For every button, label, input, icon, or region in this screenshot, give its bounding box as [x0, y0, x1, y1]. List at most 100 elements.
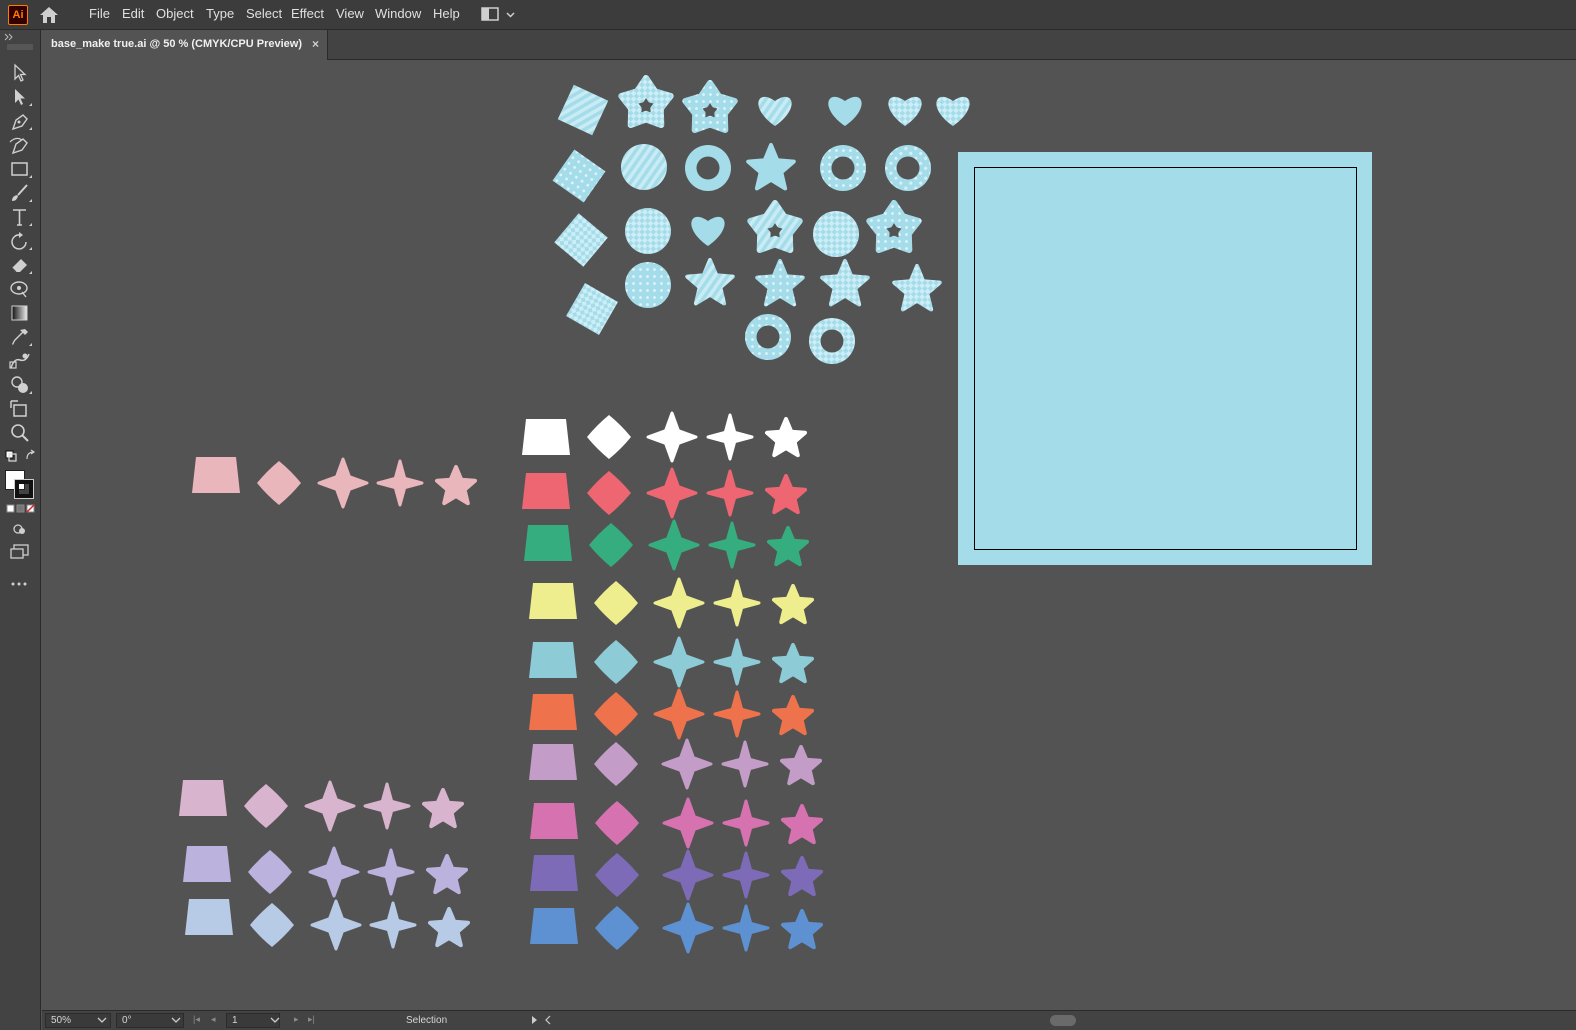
chevron-left-icon	[545, 1015, 551, 1025]
status-mode-label[interactable]: Selection	[406, 1015, 447, 1026]
color-tile	[524, 525, 572, 561]
pen-tool-icon[interactable]	[8, 110, 32, 132]
previous-artboard-icon[interactable]: ◂	[211, 1014, 216, 1025]
color-tile	[179, 780, 227, 816]
gradient-mode-icon	[16, 504, 25, 513]
status-menu-arrows[interactable]	[530, 1015, 552, 1025]
color-tile	[529, 694, 577, 730]
thin-sparkle	[708, 521, 756, 569]
sparkle	[661, 738, 713, 790]
first-artboard-icon[interactable]: |◂	[193, 1014, 200, 1025]
color-tile	[529, 744, 577, 780]
artwork	[179, 75, 1372, 954]
pattern-ring	[885, 145, 931, 191]
color-mode-icon	[6, 504, 15, 513]
pattern-heart	[888, 96, 922, 126]
rounded-sparkle	[594, 692, 638, 736]
menu-edit[interactable]: Edit	[122, 6, 144, 22]
play-icon	[532, 1016, 537, 1024]
more-tools-icon[interactable]	[10, 580, 30, 588]
paintbrush-tool-icon[interactable]	[8, 182, 32, 204]
pattern-star	[892, 264, 942, 312]
pattern-star-outline	[747, 200, 803, 253]
pattern-tile	[552, 149, 606, 203]
pattern-heart	[758, 96, 792, 126]
sparkle	[662, 849, 714, 901]
horizontal-scrollbar-thumb[interactable]	[1050, 1015, 1076, 1026]
draw-mode-icon[interactable]	[11, 522, 31, 536]
next-artboard-icon[interactable]: ▸	[294, 1014, 299, 1025]
type-tool-icon[interactable]	[8, 206, 32, 228]
thin-sparkle	[706, 469, 754, 517]
pattern-star	[820, 259, 870, 307]
zoom-value: 50%	[51, 1015, 72, 1026]
menu-select[interactable]: Select	[246, 6, 282, 22]
sparkle	[653, 577, 705, 629]
rounded-sparkle	[589, 523, 633, 567]
document-tab[interactable]: base_make true.ai @ 50 % (CMYK/CPU Previ…	[42, 30, 328, 60]
panel-grip-icon[interactable]	[7, 44, 33, 50]
menu-file[interactable]: File	[89, 6, 110, 22]
color-mode-buttons[interactable]	[6, 504, 36, 514]
rounded-sparkle	[257, 461, 301, 505]
last-artboard-icon[interactable]: ▸|	[308, 1014, 315, 1025]
rounded-sparkle	[250, 903, 294, 947]
collapse-panel-icon[interactable]	[3, 33, 15, 41]
star	[781, 856, 823, 897]
rectangle-tool-icon[interactable]	[8, 158, 32, 180]
workspace-switcher[interactable]	[480, 6, 520, 24]
pattern-heart	[691, 216, 725, 246]
illustrator-logo: Ai	[8, 5, 28, 25]
close-icon[interactable]: ×	[312, 37, 319, 51]
sparkle	[646, 411, 698, 463]
blend-tool-icon[interactable]	[8, 350, 32, 372]
curvature-tool-icon[interactable]	[8, 134, 32, 156]
stroke-swatch[interactable]	[14, 479, 34, 499]
rotate-tool-icon[interactable]	[8, 230, 32, 252]
pattern-heart	[828, 96, 862, 126]
pattern-star	[755, 259, 805, 307]
gradient-tool-icon[interactable]	[8, 302, 32, 324]
default-fill-stroke-icon[interactable]	[5, 449, 37, 463]
eraser-tool-icon[interactable]	[8, 254, 32, 276]
canvas[interactable]	[42, 61, 1576, 1010]
pattern-ring	[685, 145, 731, 191]
thin-sparkle	[713, 579, 761, 627]
artboard	[958, 152, 1372, 565]
rounded-sparkle	[594, 742, 638, 786]
pattern-swatch-group	[552, 75, 970, 364]
pattern-circle	[625, 208, 671, 254]
chevron-down-icon[interactable]	[171, 1016, 181, 1024]
star	[765, 474, 807, 515]
puppet-warp-tool-icon[interactable]	[8, 278, 32, 300]
screen-mode-icon[interactable]	[9, 544, 31, 560]
chevron-down-icon[interactable]	[97, 1016, 107, 1024]
thin-sparkle	[713, 690, 761, 738]
star	[422, 788, 464, 829]
rounded-sparkle	[594, 581, 638, 625]
menu-window[interactable]: Window	[375, 6, 421, 22]
menu-view[interactable]: View	[336, 6, 364, 22]
star	[426, 854, 468, 895]
direct-selection-tool-icon[interactable]	[8, 86, 32, 108]
eyedropper-tool-icon[interactable]	[8, 326, 32, 348]
zoom-tool-icon[interactable]	[8, 422, 32, 444]
color-swatch-group	[522, 411, 823, 954]
menu-effect[interactable]: Effect	[291, 6, 324, 22]
menu-help[interactable]: Help	[433, 6, 460, 22]
rounded-sparkle	[587, 415, 631, 459]
shape-builder-tool-icon[interactable]	[8, 374, 32, 396]
menu-type[interactable]: Type	[206, 6, 234, 22]
pattern-star	[746, 143, 796, 191]
home-icon[interactable]	[38, 5, 60, 25]
thin-sparkle	[722, 799, 770, 847]
selection-tool-icon[interactable]	[8, 62, 32, 84]
pattern-star-outline	[866, 200, 922, 253]
star	[772, 584, 814, 625]
thin-sparkle	[721, 740, 769, 788]
menu-object[interactable]: Object	[156, 6, 194, 22]
artboard-tool-icon[interactable]	[8, 398, 32, 420]
thin-sparkle	[376, 459, 424, 507]
chevron-down-icon[interactable]	[270, 1016, 280, 1024]
star	[765, 417, 807, 458]
